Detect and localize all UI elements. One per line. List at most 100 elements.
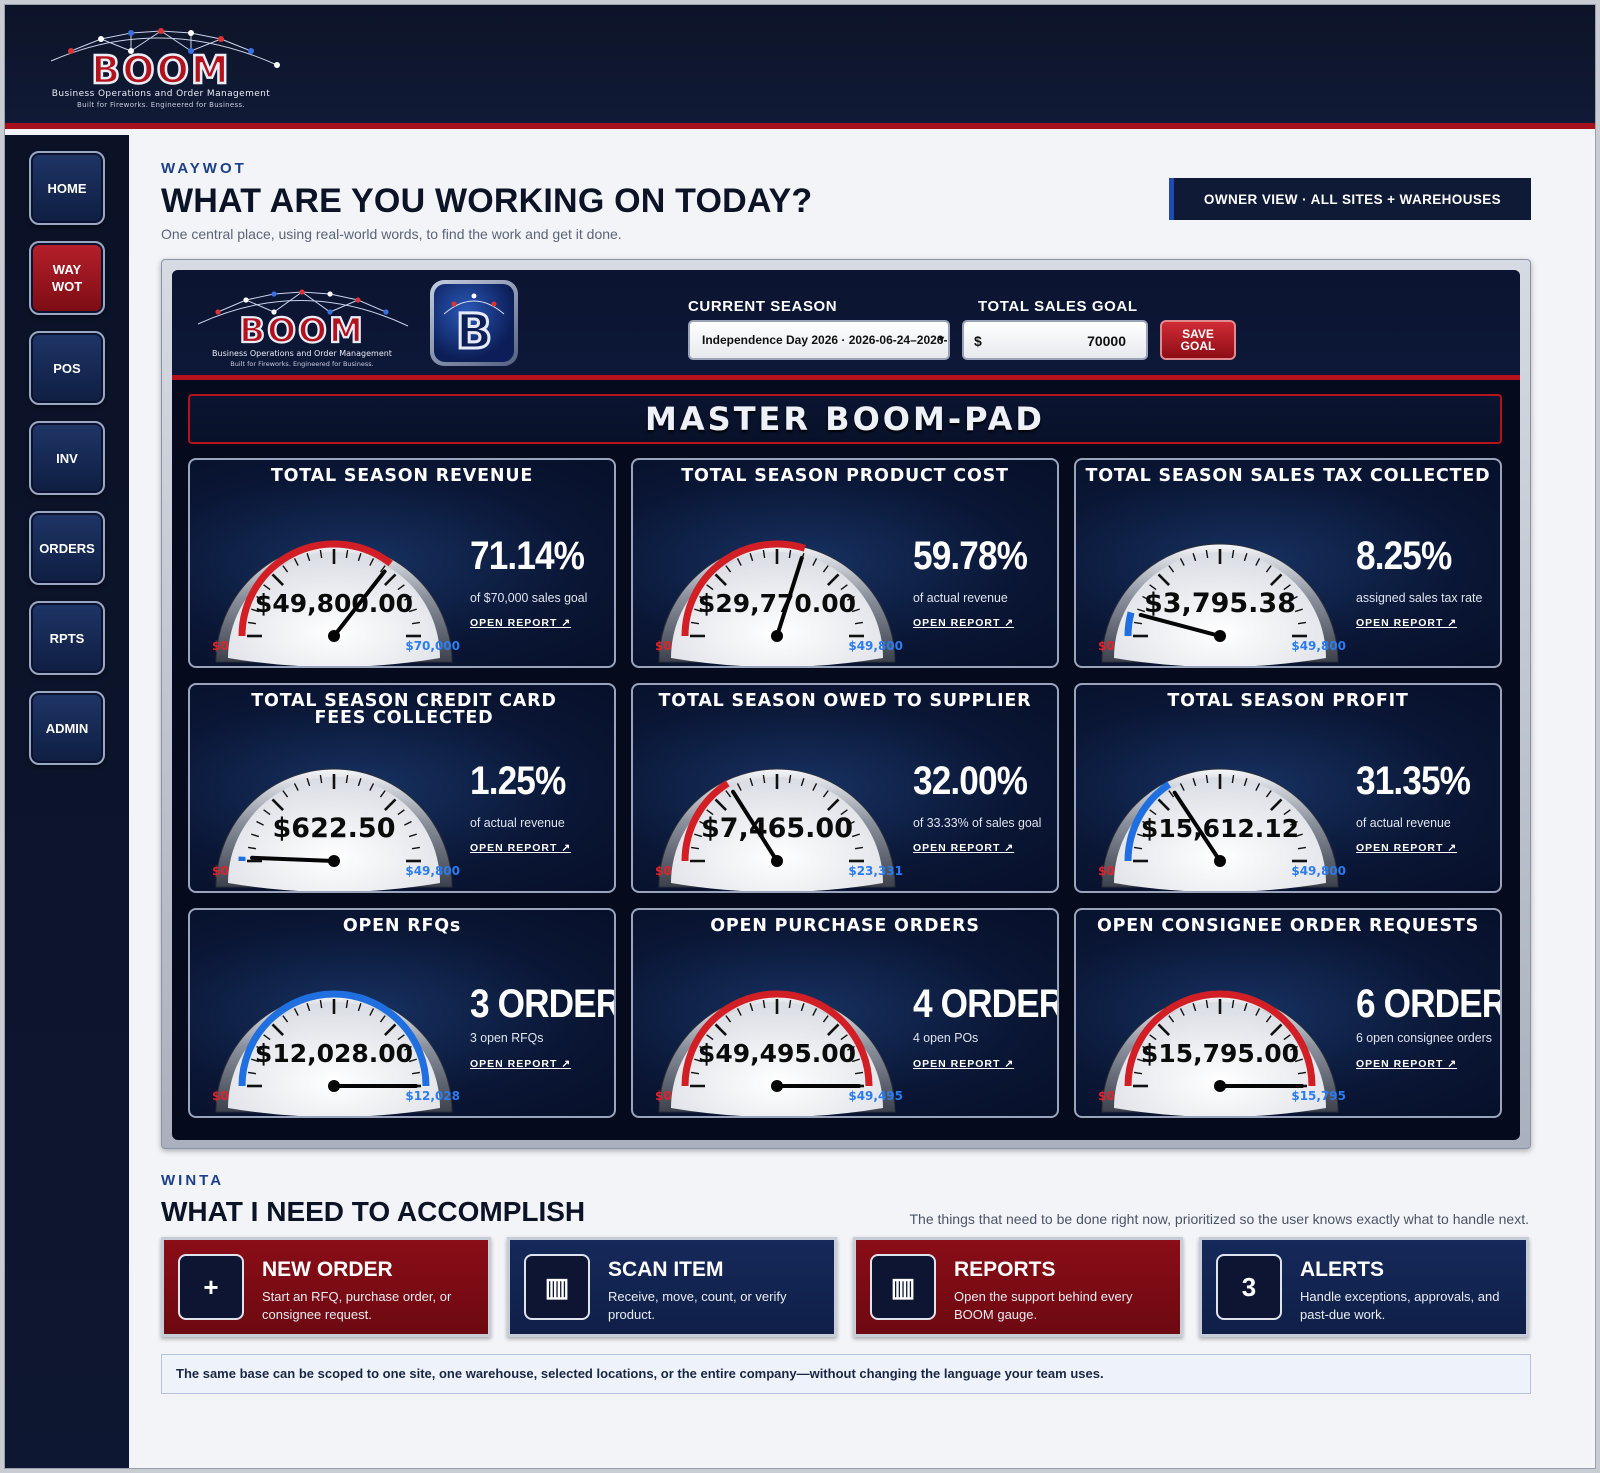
gauge-min-label: $0 (655, 864, 672, 878)
sidebar-item-admin[interactable]: ADMIN (29, 691, 105, 765)
action-tile-description: Start an RFQ, purchase order, or consign… (262, 1289, 452, 1322)
gauge-value: $29,770.00 (698, 589, 856, 618)
gauge-percent: 6 ORDERS (1356, 982, 1500, 1026)
boom-logo[interactable]: BOOM Business Operations and Order Manag… (31, 21, 291, 121)
gauge-hub (771, 630, 783, 642)
alert-count-badge: 3 (1216, 1254, 1282, 1320)
gauge-card: TOTAL SEASON REVENUE $49,800.00 $0 $70,000 7… (188, 458, 616, 668)
gauge-value: $622.50 (273, 813, 396, 844)
gauge-max-label: $49,800 (1291, 864, 1346, 878)
gauge-percent: 32.00% (913, 759, 1028, 803)
action-tile-title: REPORTS (954, 1258, 1056, 1281)
open-report-link[interactable]: OPEN REPORT ↗ (470, 617, 571, 629)
open-report-link[interactable]: OPEN REPORT ↗ (913, 842, 1014, 854)
gauge-percent-caption: 4 open POs (913, 1030, 979, 1045)
gauge-value: $3,795.38 (1144, 588, 1296, 619)
gauge-card: OPEN CONSIGNEE ORDER REQUESTS $15,795.00 $… (1074, 908, 1502, 1118)
action-tile-title: SCAN ITEM (608, 1258, 724, 1281)
currency-symbol: $ (974, 333, 982, 349)
svg-text:BOOM: BOOM (91, 48, 230, 91)
open-report-link[interactable]: OPEN REPORT ↗ (913, 617, 1014, 629)
gauge-card: TOTAL SEASON SALES TAX COLLECTED $3,795.3… (1074, 458, 1502, 668)
season-select[interactable]: Independence Day 2026 · 2026-06-24–2026-… (688, 320, 950, 360)
sidebar-item-pos[interactable]: POS (29, 331, 105, 405)
gauge-dial: $15,612.12 $0 $49,800 (1098, 768, 1346, 891)
gauge-min-label: $0 (1098, 1089, 1115, 1103)
open-report-link[interactable]: OPEN REPORT ↗ (1356, 617, 1457, 629)
open-report-link[interactable]: OPEN REPORT ↗ (470, 842, 571, 854)
gauge-hub (328, 855, 340, 867)
gauge-dial: $3,795.38 $0 $49,800 (1098, 543, 1346, 666)
open-report-link[interactable]: OPEN REPORT ↗ (913, 1058, 1014, 1070)
page-title: WHAT ARE YOU WORKING ON TODAY? (161, 182, 813, 220)
gauge-max-label: $49,800 (405, 864, 460, 878)
gauge-max-label: $23,331 (848, 864, 903, 878)
sidebar-item-home[interactable]: HOME (29, 151, 105, 225)
gauge-value: $49,495.00 (698, 1039, 856, 1068)
gauge-card-title: TOTAL SEASON PROFIT (1167, 691, 1409, 711)
gauge-percent-caption: of actual revenue (913, 590, 1008, 605)
gauge-card-title: OPEN PURCHASE ORDERS (710, 916, 980, 936)
b-app-icon: B (430, 280, 518, 366)
pad-title: MASTER BOOM-PAD (188, 394, 1502, 444)
top-header: BOOM Business Operations and Order Manag… (5, 5, 1595, 129)
sales-goal-value: 70000 (1087, 333, 1126, 349)
gauge-percent: 1.25% (470, 759, 566, 803)
gauge-min-label: $0 (212, 1089, 229, 1103)
gauge-hub (1214, 1080, 1226, 1092)
svg-text:BOOM: BOOM (239, 311, 365, 351)
boom-logo-graphic: BOOM (50, 28, 280, 93)
open-report-link[interactable]: OPEN REPORT ↗ (470, 1058, 571, 1070)
gauge-percent-caption: of $70,000 sales goal (470, 590, 588, 605)
gauge-card-title: TOTAL SEASON REVENUE (270, 466, 534, 486)
season-value: Independence Day 2026 · 2026-06-24–2026- (702, 333, 948, 347)
winta-description: The things that need to be done right no… (909, 1211, 1530, 1227)
gauge-percent: 59.78% (913, 534, 1028, 578)
gauge-percent-caption: of 33.33% of sales goal (913, 815, 1042, 830)
open-report-link[interactable]: OPEN REPORT ↗ (1356, 1058, 1457, 1070)
sidebar-item-inv[interactable]: INV (29, 421, 105, 495)
goal-label: TOTAL SALES GOAL (978, 298, 1138, 315)
gauge-percent: 8.25% (1356, 534, 1452, 578)
gauge-dial: $15,795.00 $0 $15,795 (1098, 990, 1346, 1116)
gauge-percent-caption: 3 open RFQs (470, 1030, 544, 1045)
gauge-card-title: TOTAL SEASON PRODUCT COST (681, 466, 1009, 486)
gauge-dial: $7,465.00 $0 $23,331 (655, 768, 903, 891)
sidebar-item-orders[interactable]: ORDERS (29, 511, 105, 585)
svg-text:Business Operations and Order: Business Operations and Order Management (212, 349, 392, 358)
sidebar-item-rpts[interactable]: RPTS (29, 601, 105, 675)
gauge-percent-caption: of actual revenue (470, 815, 565, 830)
gauge-min-label: $0 (655, 1089, 672, 1103)
barcode-icon: ▥ (870, 1254, 936, 1320)
gauge-value: $15,795.00 (1141, 1039, 1299, 1068)
open-report-link[interactable]: OPEN REPORT ↗ (1356, 842, 1457, 854)
action-tile-title: NEW ORDER (262, 1258, 393, 1281)
page-subtitle: One central place, using real-world word… (161, 226, 622, 242)
gauge-card-title: OPEN RFQs (342, 916, 462, 936)
svg-text:Built for Fireworks. Engineere: Built for Fireworks. Engineered for Busi… (230, 360, 373, 368)
sales-goal-input[interactable]: $ 70000 (962, 320, 1148, 360)
gauge-card-title: TOTAL SEASON OWED TO SUPPLIER (658, 691, 1032, 711)
gauge-min-label: $0 (655, 639, 672, 653)
action-tile-alerts[interactable]: 3 ALERTS Handle exceptions, approvals, and… (1199, 1237, 1529, 1337)
gauge-card: TOTAL SEASON OWED TO SUPPLIER $7,465.00 $0… (631, 683, 1059, 893)
gauge-min-label: $0 (1098, 864, 1115, 878)
gauge-percent: 71.14% (470, 534, 585, 578)
sidebar-item-waywot[interactable]: WAY WOT (29, 241, 105, 315)
action-tile-new-order[interactable]: + NEW ORDER Start an RFQ, purchase order, … (161, 1237, 491, 1337)
gauge-percent-caption: assigned sales tax rate (1356, 590, 1483, 605)
barcode-icon: ▥ (524, 1254, 590, 1320)
gauge-hub (771, 855, 783, 867)
save-goal-button[interactable]: SAVE GOAL (1160, 320, 1236, 360)
pad-header: BOOM Business Operations and Order Manag… (172, 270, 1520, 380)
action-tile-reports[interactable]: ▥ REPORTS Open the support behind every BO… (853, 1237, 1183, 1337)
plus-icon: + (178, 1254, 244, 1320)
gauge-card-title: TOTAL SEASON SALES TAX COLLECTED (1085, 466, 1491, 486)
gauge-min-label: $0 (212, 639, 229, 653)
app-window: BOOM Business Operations and Order Manag… (4, 4, 1596, 1469)
gauge-value: $15,612.12 (1141, 814, 1299, 843)
winta-title: WHAT I NEED TO ACCOMPLISH (161, 1196, 586, 1227)
action-tile-scan-item[interactable]: ▥ SCAN ITEM Receive, move, count, or verif… (507, 1237, 837, 1337)
action-tile-description: Handle exceptions, approvals, and past-d… (1300, 1289, 1500, 1322)
owner-view-badge[interactable]: OWNER VIEW · ALL SITES + WAREHOUSES (1169, 178, 1531, 220)
